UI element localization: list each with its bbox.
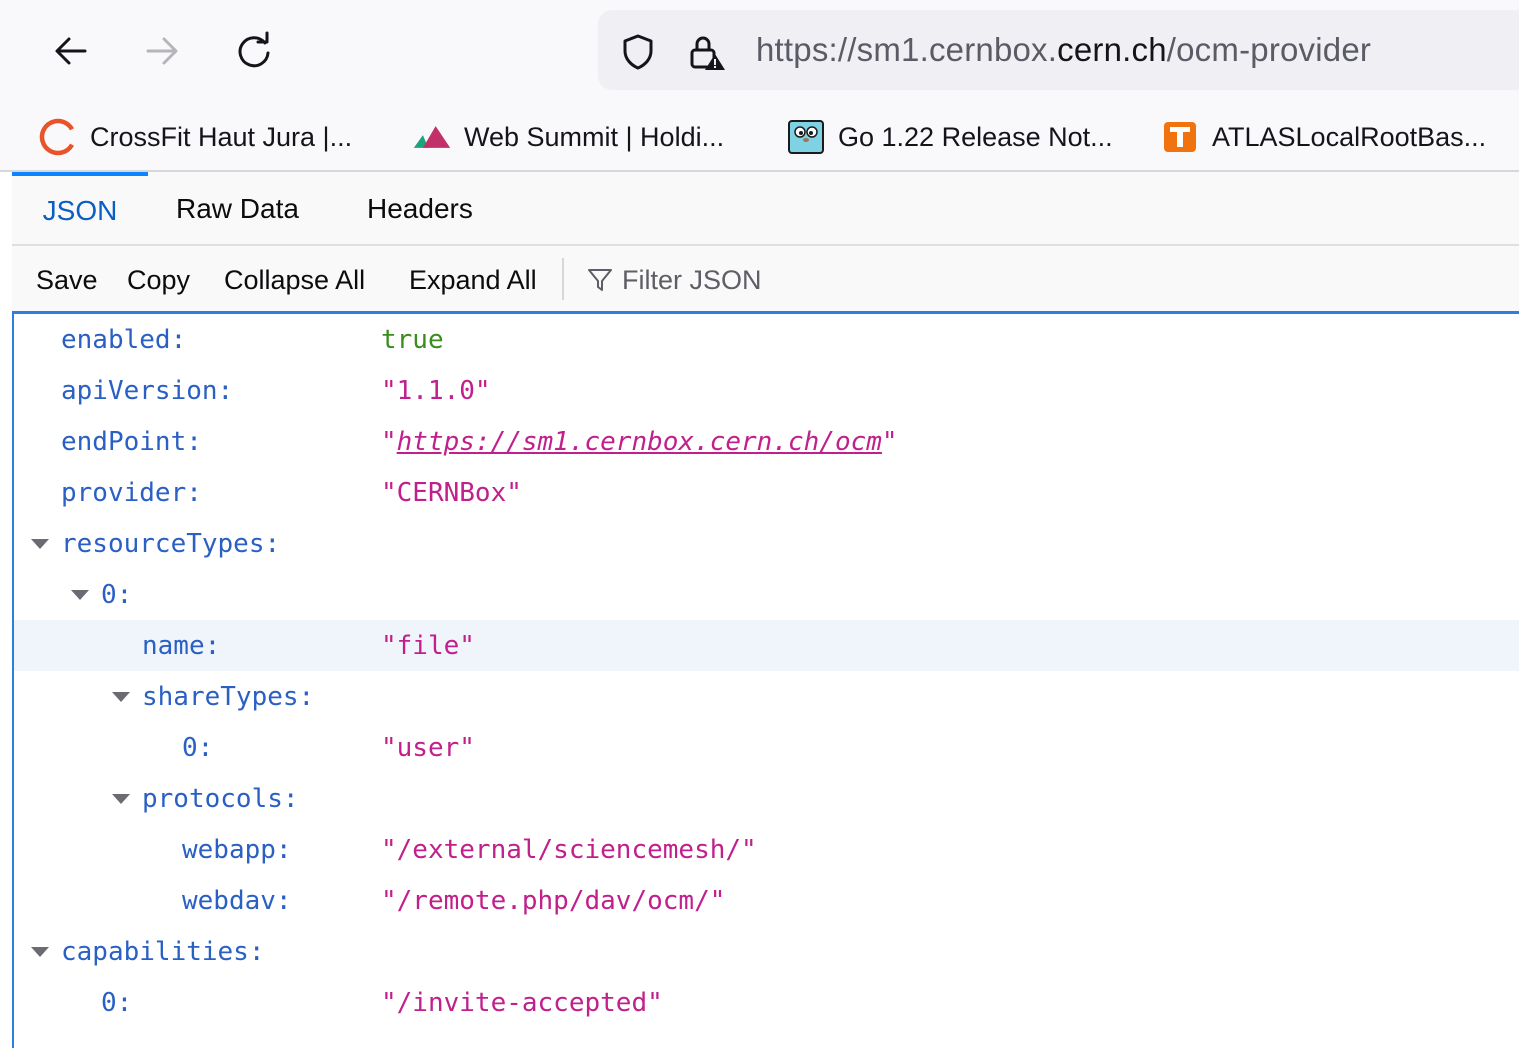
copy-button[interactable]: Copy — [127, 246, 190, 314]
json-value: "CERNBox" — [381, 477, 522, 508]
json-key: 0: — [101, 579, 133, 610]
json-row-webdav[interactable]: webdav: "/remote.php/dav/ocm/" — [14, 875, 1519, 926]
collapse-all-button[interactable]: Collapse All — [224, 246, 365, 314]
json-key: enabled: — [61, 324, 187, 355]
url-path: /ocm-provider — [1166, 31, 1372, 68]
tab-raw-data[interactable]: Raw Data — [176, 172, 299, 246]
json-key: shareTypes: — [142, 681, 315, 712]
bookmark-label: CrossFit Haut Jura |... — [90, 121, 353, 152]
json-row-webapp[interactable]: webapp: "/external/sciencemesh/" — [14, 824, 1519, 875]
json-row-resourcetypes[interactable]: resourceTypes: — [14, 518, 1519, 569]
tab-headers[interactable]: Headers — [367, 172, 473, 246]
bookmark-atlas[interactable]: ATLASLocalRootBas... — [1160, 116, 1486, 158]
filter-funnel-icon — [588, 269, 612, 291]
json-value: "https://sm1.cernbox.cern.ch/ocm" — [381, 427, 898, 457]
expand-toggle-icon[interactable] — [109, 685, 133, 709]
quote: " — [381, 426, 397, 457]
json-row-name[interactable]: name: "file" — [14, 620, 1519, 671]
json-key: webapp: — [182, 834, 292, 865]
filter-json-input[interactable]: Filter JSON — [586, 246, 762, 314]
url-text[interactable]: https://sm1.cernbox.cern.ch/ocm-provider — [756, 28, 1371, 72]
filter-placeholder: Filter JSON — [622, 264, 762, 295]
tracking-protection-shield-icon[interactable] — [618, 32, 658, 72]
viewer-tabs: JSON Raw Data Headers — [12, 172, 1519, 246]
json-key: resourceTypes: — [61, 528, 281, 559]
endpoint-link[interactable]: https://sm1.cernbox.cern.ch/ocm — [397, 427, 882, 457]
web-summit-logo-icon — [412, 117, 452, 157]
insecure-lock-warning-icon[interactable] — [686, 32, 726, 72]
json-row-resourcetypes-0[interactable]: 0: — [14, 569, 1519, 620]
crossfit-logo-icon — [38, 117, 78, 157]
bookmark-label: Go 1.22 Release Not... — [838, 121, 1113, 152]
address-bar[interactable]: https://sm1.cernbox.cern.ch/ocm-provider — [598, 10, 1519, 90]
json-row-sharetypes[interactable]: shareTypes: — [14, 671, 1519, 722]
expand-toggle-icon[interactable] — [68, 583, 92, 607]
back-arrow-icon — [55, 37, 87, 65]
bookmark-crossfit[interactable]: CrossFit Haut Jura |... — [38, 116, 352, 158]
expand-toggle-icon[interactable] — [28, 940, 52, 964]
url-prefix: https://sm1.cernbox. — [756, 31, 1058, 68]
json-value: "user" — [381, 732, 475, 763]
toolbar-divider — [562, 258, 564, 300]
json-value: "file" — [381, 630, 475, 661]
quote: " — [881, 426, 898, 457]
json-row-endpoint[interactable]: endPoint: "https://sm1.cernbox.cern.ch/o… — [14, 416, 1519, 467]
save-button[interactable]: Save — [36, 246, 98, 314]
json-row-provider[interactable]: provider: "CERNBox" — [14, 467, 1519, 518]
json-value: "/external/sciencemesh/" — [381, 834, 757, 865]
bookmark-label: Web Summit | Holdi... — [464, 121, 725, 152]
bookmark-go-release[interactable]: Go 1.22 Release Not... — [786, 116, 1113, 158]
json-value: "/invite-accepted" — [381, 987, 663, 1018]
json-value: "/remote.php/dav/ocm/" — [381, 885, 726, 916]
expand-toggle-icon[interactable] — [109, 787, 133, 811]
json-row-apiversion[interactable]: apiVersion: "1.1.0" — [14, 365, 1519, 416]
json-key: name: — [142, 630, 221, 661]
json-key: 0: — [101, 987, 133, 1018]
reload-button[interactable] — [229, 26, 279, 76]
json-tree: enabled: true apiVersion: "1.1.0" endPoi… — [12, 314, 1519, 1048]
go-gopher-icon — [786, 117, 826, 157]
navigation-toolbar: https://sm1.cernbox.cern.ch/ocm-provider — [0, 0, 1519, 102]
forward-button[interactable] — [137, 26, 187, 76]
url-host: cern.ch — [1057, 31, 1167, 68]
json-key: endPoint: — [61, 426, 202, 457]
expand-all-button[interactable]: Expand All — [409, 246, 537, 314]
bookmark-web-summit[interactable]: Web Summit | Holdi... — [412, 116, 724, 158]
json-row-sharetypes-0[interactable]: 0: "user" — [14, 722, 1519, 773]
json-viewer: JSON Raw Data Headers Save Copy Collapse… — [12, 172, 1519, 1048]
tab-json[interactable]: JSON — [12, 172, 148, 246]
json-key: webdav: — [182, 885, 292, 916]
forward-arrow-icon — [146, 37, 178, 65]
json-key: 0: — [182, 732, 214, 763]
json-key: capabilities: — [61, 936, 265, 967]
expand-toggle-icon[interactable] — [28, 532, 52, 556]
atlas-logo-icon — [1160, 117, 1200, 157]
json-row-enabled[interactable]: enabled: true — [14, 314, 1519, 365]
json-row-capabilities[interactable]: capabilities: — [14, 926, 1519, 977]
json-key: protocols: — [142, 783, 299, 814]
json-row-capabilities-0[interactable]: 0: "/invite-accepted" — [14, 977, 1519, 1028]
reload-icon — [238, 31, 270, 68]
json-row-protocols[interactable]: protocols: — [14, 773, 1519, 824]
back-button[interactable] — [46, 26, 96, 76]
json-key: apiVersion: — [61, 375, 234, 406]
bookmarks-toolbar: CrossFit Haut Jura |... Web Summit | Hol… — [0, 102, 1519, 172]
json-value: true — [381, 324, 444, 355]
json-key: provider: — [61, 477, 202, 508]
json-toolbar: Save Copy Collapse All Expand All Filter… — [12, 246, 1519, 314]
bookmark-label: ATLASLocalRootBas... — [1212, 121, 1487, 152]
json-value: "1.1.0" — [381, 375, 491, 406]
